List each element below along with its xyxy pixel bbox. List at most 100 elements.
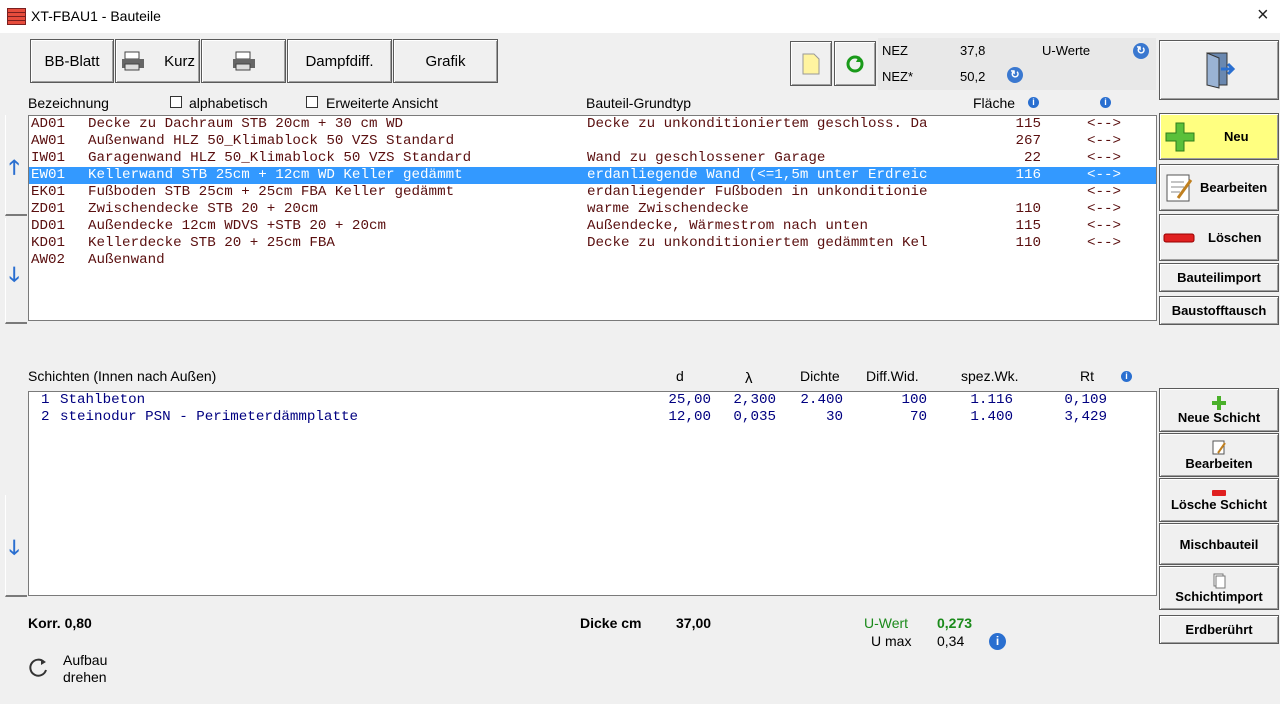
uwert-label: U-Wert: [864, 615, 909, 631]
list-item[interactable]: KD01 Kellerdecke STB 20 + 25cm FBA Decke…: [29, 235, 1156, 252]
flaeche-header: Fläche: [973, 95, 1016, 111]
rt-header: Rt: [1080, 368, 1094, 384]
layer-number: 2: [41, 409, 50, 425]
bearbeiten-button[interactable]: Bearbeiten: [1159, 164, 1279, 211]
table-row[interactable]: 1 Stahlbeton 25,00 2,300 2.400 100 1.116…: [29, 392, 1156, 409]
mischbauteil-button[interactable]: Mischbauteil: [1159, 523, 1279, 565]
title-bar: [0, 0, 1280, 33]
component-type: Decke zu unkonditioniertem gedämmten Kel: [587, 235, 928, 251]
bb-blatt-label: BB-Blatt: [44, 52, 100, 70]
layer-rt: 3,429: [1064, 409, 1107, 425]
layer-d: 12,00: [668, 409, 711, 425]
scroll-up-button[interactable]: 🡑: [5, 115, 27, 216]
list-item[interactable]: DD01 Außendecke 12cm WDVS +STB 20 + 20cm…: [29, 218, 1156, 235]
component-name: Außenwand HLZ 50_Klimablock 50 VZS Stand…: [88, 133, 455, 149]
bauteilimport-button[interactable]: Bauteilimport: [1159, 263, 1279, 292]
layers-list[interactable]: 1 Stahlbeton 25,00 2,300 2.400 100 1.116…: [28, 391, 1157, 596]
component-area: 115: [1015, 218, 1041, 234]
new-document-button[interactable]: [790, 41, 832, 86]
flaeche-info-icon[interactable]: i: [1028, 97, 1039, 108]
printer-icon: [122, 51, 144, 71]
dampfdiff-label: Dampfdiff.: [305, 52, 374, 70]
list-item-selected[interactable]: EW01 Kellerwand STB 25cm + 12cm WD Kelle…: [29, 167, 1156, 184]
erweiterte-checkbox[interactable]: [306, 96, 318, 108]
refresh-button[interactable]: [834, 41, 876, 86]
aufbau-label: Aufbau: [63, 652, 108, 668]
arrow-up-icon: 🡑: [9, 157, 20, 179]
component-link[interactable]: <-->: [1087, 150, 1121, 167]
erdberuehrt-button[interactable]: Erdberührt: [1159, 615, 1279, 644]
print-button[interactable]: [201, 39, 286, 83]
component-link[interactable]: <-->: [1087, 235, 1121, 252]
app-icon: [7, 8, 26, 25]
close-icon[interactable]: ×: [1257, 4, 1269, 26]
component-link[interactable]: <-->: [1087, 133, 1121, 150]
component-link[interactable]: <-->: [1087, 116, 1121, 133]
components-list[interactable]: AD01 Decke zu Dachraum STB 20cm + 30 cm …: [28, 115, 1157, 321]
component-link[interactable]: <-->: [1087, 167, 1121, 184]
diff-header: Diff.Wid.: [866, 368, 919, 384]
arrow-down-icon: 🡓: [9, 537, 20, 559]
component-type: Decke zu unkonditioniertem geschloss. Da: [587, 116, 928, 132]
layer-diff: 70: [909, 409, 927, 425]
loesche-schicht-button[interactable]: Lösche Schicht: [1159, 478, 1279, 522]
neu-label: Neu: [1224, 129, 1249, 144]
grafik-button[interactable]: Grafik: [393, 39, 498, 83]
component-code: EK01: [31, 184, 66, 200]
link-info-icon[interactable]: i: [1100, 97, 1111, 108]
alphabetisch-checkbox[interactable]: [170, 96, 182, 108]
list-item[interactable]: EK01 Fußboden STB 25cm + 25cm FBA Keller…: [29, 184, 1156, 201]
printer-icon: [232, 51, 255, 71]
exit-button[interactable]: [1159, 40, 1279, 100]
list-item[interactable]: AW01 Außenwand HLZ 50_Klimablock 50 VZS …: [29, 133, 1156, 150]
component-type: Außendecke, Wärmestrom nach unten: [587, 218, 868, 234]
layer-dichte: 30: [825, 409, 843, 425]
neu-button[interactable]: Neu: [1159, 113, 1279, 160]
list-item[interactable]: AD01 Decke zu Dachraum STB 20cm + 30 cm …: [29, 116, 1156, 133]
plus-icon: [1165, 122, 1195, 151]
nez-star-value: 50,2: [960, 69, 986, 84]
window-title: XT-FBAU1 - Bauteile: [31, 8, 161, 24]
component-area: 110: [1015, 235, 1041, 251]
layer-scroll-down-button[interactable]: 🡓: [5, 495, 27, 597]
component-link[interactable]: <-->: [1087, 184, 1121, 201]
component-link[interactable]: <-->: [1087, 218, 1121, 235]
nez-star-refresh-icon[interactable]: ↻: [1007, 67, 1023, 83]
layer-name: Stahlbeton: [60, 392, 146, 408]
u-werte-refresh-icon[interactable]: ↻: [1133, 43, 1149, 59]
dampfdiff-button[interactable]: Dampfdiff.: [287, 39, 392, 83]
component-name: Kellerdecke STB 20 + 25cm FBA: [88, 235, 335, 251]
rt-info-icon[interactable]: i: [1121, 371, 1132, 382]
component-area: 110: [1015, 201, 1041, 217]
neue-schicht-button[interactable]: Neue Schicht: [1159, 388, 1279, 432]
schichtimport-button[interactable]: Schichtimport: [1159, 566, 1279, 610]
table-row[interactable]: 2 steinodur PSN - Perimeterdämmplatte 12…: [29, 409, 1156, 426]
layer-lambda: 2,300: [733, 392, 776, 408]
component-code: AD01: [31, 116, 66, 132]
layer-name: steinodur PSN - Perimeterdämmplatte: [60, 409, 358, 425]
baustofftausch-button[interactable]: Baustofftausch: [1159, 296, 1279, 325]
schicht-bearbeiten-button[interactable]: Bearbeiten: [1159, 433, 1279, 477]
component-link[interactable]: <-->: [1087, 201, 1121, 218]
nez-label: NEZ: [882, 43, 908, 58]
list-item[interactable]: AW02 Außenwand: [29, 252, 1156, 269]
component-name: Kellerwand STB 25cm + 12cm WD Keller ged…: [88, 167, 463, 183]
refresh-icon: [846, 55, 864, 72]
import-document-icon: [1213, 573, 1226, 588]
u-werte-label: U-Werte: [1042, 43, 1091, 58]
baustofftausch-label: Baustofftausch: [1171, 303, 1267, 318]
scroll-down-button[interactable]: 🡓: [5, 218, 27, 324]
kurz-button[interactable]: Kurz: [115, 39, 200, 83]
list-item[interactable]: IW01 Garagenwand HLZ 50_Klimablock 50 VZ…: [29, 150, 1156, 167]
loesche-schicht-label: Lösche Schicht: [1170, 496, 1268, 512]
component-code: AW01: [31, 133, 66, 149]
list-item[interactable]: ZD01 Zwischendecke STB 20 + 20cm warme Z…: [29, 201, 1156, 218]
bb-blatt-button[interactable]: BB-Blatt: [30, 39, 114, 83]
bezeichnung-header: Bezeichnung: [28, 95, 109, 111]
layer-d: 25,00: [668, 392, 711, 408]
component-code: KD01: [31, 235, 66, 251]
loeschen-button[interactable]: Löschen: [1159, 214, 1279, 261]
minus-icon: [1212, 489, 1226, 496]
umax-info-icon[interactable]: i: [989, 633, 1006, 650]
aufbau-drehen-button[interactable]: [26, 656, 50, 683]
